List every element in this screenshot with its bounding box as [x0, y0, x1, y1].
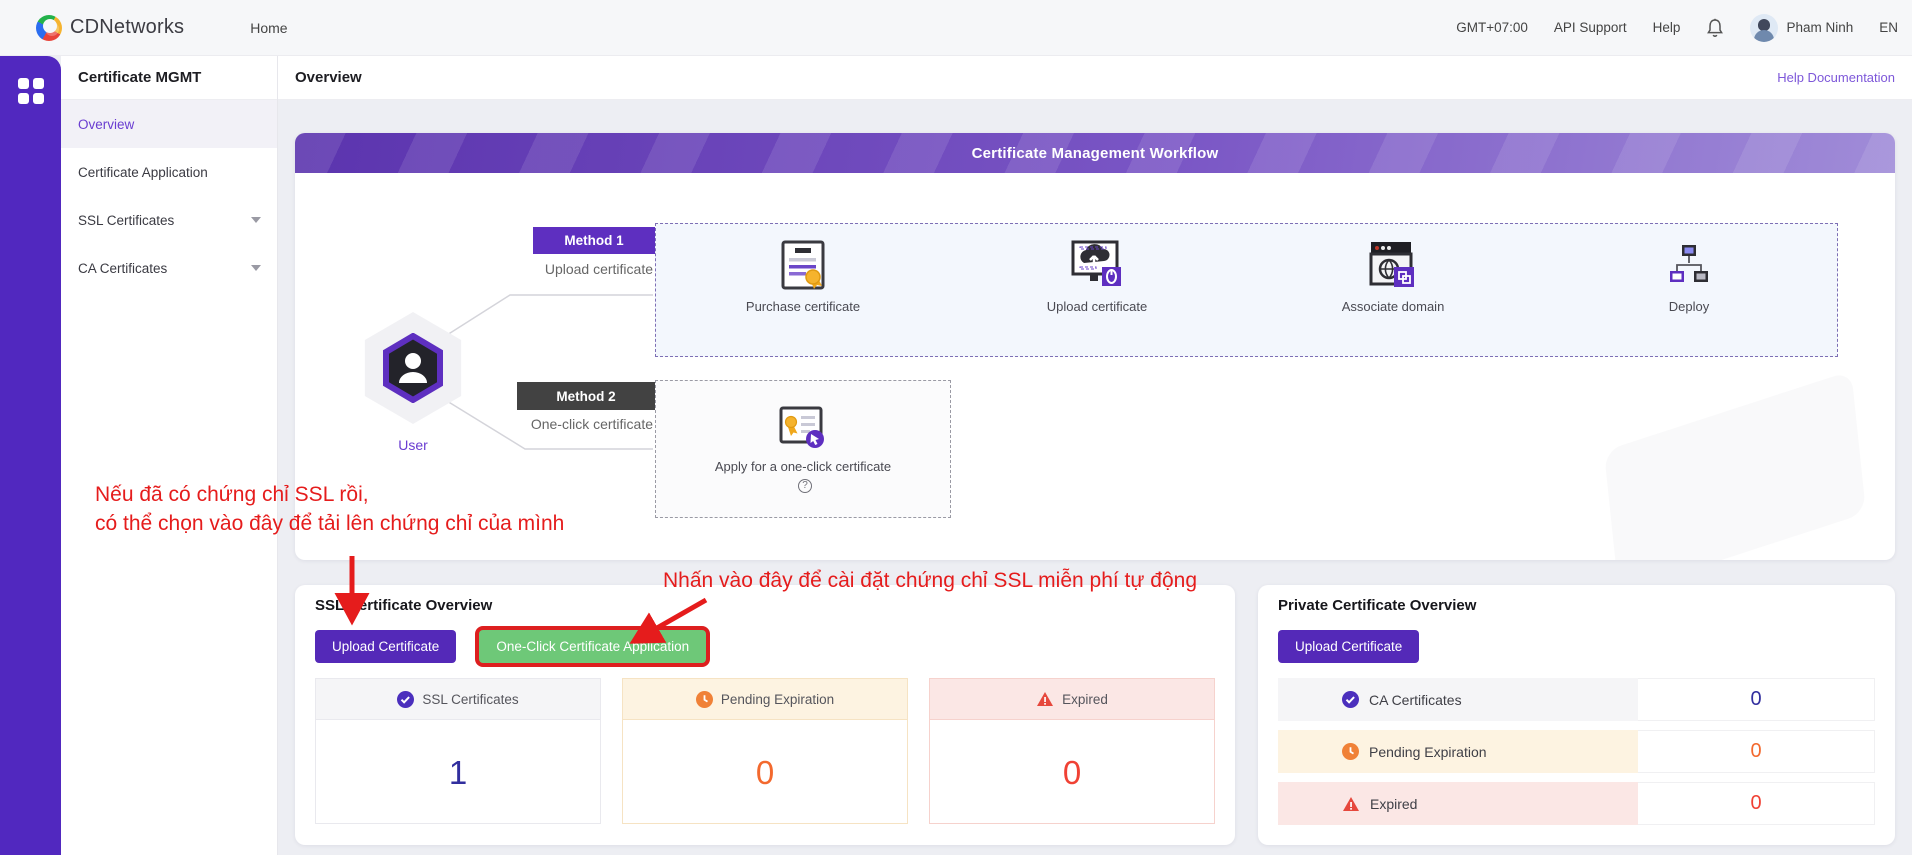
top-bar: CDNetworks Home GMT+07:00 API Support He…: [0, 0, 1912, 56]
sidebar-item-certificate-application[interactable]: Certificate Application: [61, 148, 277, 196]
ssl-panel-title: SSL Certificate Overview: [315, 597, 1215, 614]
associate-domain-icon: [1313, 235, 1473, 291]
stat-value: 1: [316, 720, 600, 825]
check-circle-icon: [1342, 691, 1359, 708]
one-click-step-text: Apply for a one-click certificate: [715, 459, 891, 474]
warning-triangle-icon: [1036, 691, 1054, 707]
brand-logo[interactable]: CDNetworks: [36, 15, 184, 41]
stat-tile-expired: Expired 0: [929, 678, 1215, 824]
app-rail: [0, 56, 61, 855]
one-click-certificate-application-button[interactable]: One-Click Certificate Application: [479, 630, 706, 663]
workflow-title: Certificate Management Workflow: [972, 145, 1219, 162]
clock-icon: [696, 691, 713, 708]
step-label: Upload certificate: [1017, 299, 1177, 314]
sidebar-item-ca-certificates[interactable]: CA Certificates: [61, 244, 277, 292]
step-label: Deploy: [1609, 299, 1769, 314]
sidebar-item-label: SSL Certificates: [78, 213, 174, 228]
stat-value: 0: [930, 720, 1214, 825]
stat-label: Pending Expiration: [721, 692, 834, 707]
upload-certificate-icon: [1017, 235, 1177, 291]
stat-label: Expired: [1370, 796, 1417, 812]
nav-api-support[interactable]: API Support: [1554, 20, 1627, 35]
sidebar-item-label: Certificate Application: [78, 165, 208, 180]
step-associate-domain: Associate domain: [1313, 235, 1473, 314]
stat-label: Expired: [1062, 692, 1108, 707]
user-hexagon: [357, 312, 469, 424]
page-title: Overview: [295, 69, 362, 86]
upload-certificate-button[interactable]: Upload Certificate: [1278, 630, 1419, 663]
stat-row-expired: Expired 0: [1278, 782, 1875, 825]
step-deploy: Deploy: [1609, 235, 1769, 314]
stat-value: 0: [1638, 730, 1875, 773]
user-menu[interactable]: Pham Ninh: [1750, 14, 1853, 42]
help-question-icon[interactable]: ?: [798, 479, 812, 493]
private-certificate-overview-panel: Private Certificate Overview Upload Cert…: [1258, 585, 1895, 845]
chevron-down-icon: [251, 265, 261, 271]
method2-subtitle: One-click certificate: [445, 416, 653, 432]
sidebar-title: Certificate MGMT: [61, 56, 277, 100]
step-label: Purchase certificate: [723, 299, 883, 314]
stat-label: SSL Certificates: [422, 692, 518, 707]
stat-tile-pending-expiration: Pending Expiration 0: [622, 678, 908, 824]
step-one-click-certificate: Apply for a one-click certificate?: [713, 395, 893, 493]
sidebar: Certificate MGMT Overview Certificate Ap…: [61, 56, 278, 855]
check-circle-icon: [397, 691, 414, 708]
user-name: Pham Ninh: [1786, 20, 1853, 35]
help-documentation-link[interactable]: Help Documentation: [1777, 70, 1895, 85]
method1-tag: Method 1: [533, 227, 655, 254]
language-switcher[interactable]: EN: [1879, 20, 1898, 35]
sidebar-item-label: CA Certificates: [78, 261, 167, 276]
page-header: Overview Help Documentation: [278, 56, 1912, 100]
stat-label: Pending Expiration: [1369, 744, 1487, 760]
step-upload-certificate: Upload certificate: [1017, 235, 1177, 314]
warning-triangle-icon: [1342, 796, 1360, 812]
step-purchase-certificate: Purchase certificate: [723, 235, 883, 314]
stat-value: 0: [1638, 782, 1875, 825]
chevron-down-icon: [251, 217, 261, 223]
workflow-banner: Certificate Management Workflow: [295, 133, 1895, 173]
sidebar-item-ssl-certificates[interactable]: SSL Certificates: [61, 196, 277, 244]
clock-icon: [1342, 743, 1359, 760]
nav-home[interactable]: Home: [250, 20, 287, 36]
one-click-certificate-icon: [713, 395, 893, 451]
purchase-certificate-icon: [723, 235, 883, 291]
decorative-watermark: [1604, 371, 1866, 560]
user-label: User: [357, 437, 469, 453]
timezone-label[interactable]: GMT+07:00: [1456, 20, 1528, 35]
private-panel-title: Private Certificate Overview: [1278, 597, 1875, 614]
stat-label: CA Certificates: [1369, 692, 1462, 708]
step-label: Apply for a one-click certificate?: [713, 459, 893, 493]
nav-help[interactable]: Help: [1653, 20, 1681, 35]
method2-tag: Method 2: [517, 382, 655, 410]
sidebar-item-label: Overview: [78, 117, 134, 132]
upload-certificate-button[interactable]: Upload Certificate: [315, 630, 456, 663]
stat-value: 0: [1638, 678, 1875, 721]
stat-row-pending-expiration: Pending Expiration 0: [1278, 730, 1875, 773]
stat-row-ca-certificates: CA Certificates 0: [1278, 678, 1875, 721]
user-avatar: [1750, 14, 1778, 42]
notification-bell-icon[interactable]: [1706, 18, 1724, 38]
method1-subtitle: Upload certificate: [445, 261, 653, 277]
user-icon: [381, 333, 445, 403]
sidebar-item-overview[interactable]: Overview: [61, 100, 277, 148]
workflow-card: Certificate Management Workflow: [295, 133, 1895, 560]
cdnetworks-logo-icon: [36, 15, 62, 41]
step-label: Associate domain: [1313, 299, 1473, 314]
stat-value: 0: [623, 720, 907, 825]
stat-tile-ssl-certificates: SSL Certificates 1: [315, 678, 601, 824]
brand-name: CDNetworks: [70, 16, 184, 39]
ssl-certificate-overview-panel: SSL Certificate Overview Upload Certific…: [295, 585, 1235, 845]
deploy-icon: [1609, 235, 1769, 291]
apps-grid-icon[interactable]: [18, 78, 44, 104]
